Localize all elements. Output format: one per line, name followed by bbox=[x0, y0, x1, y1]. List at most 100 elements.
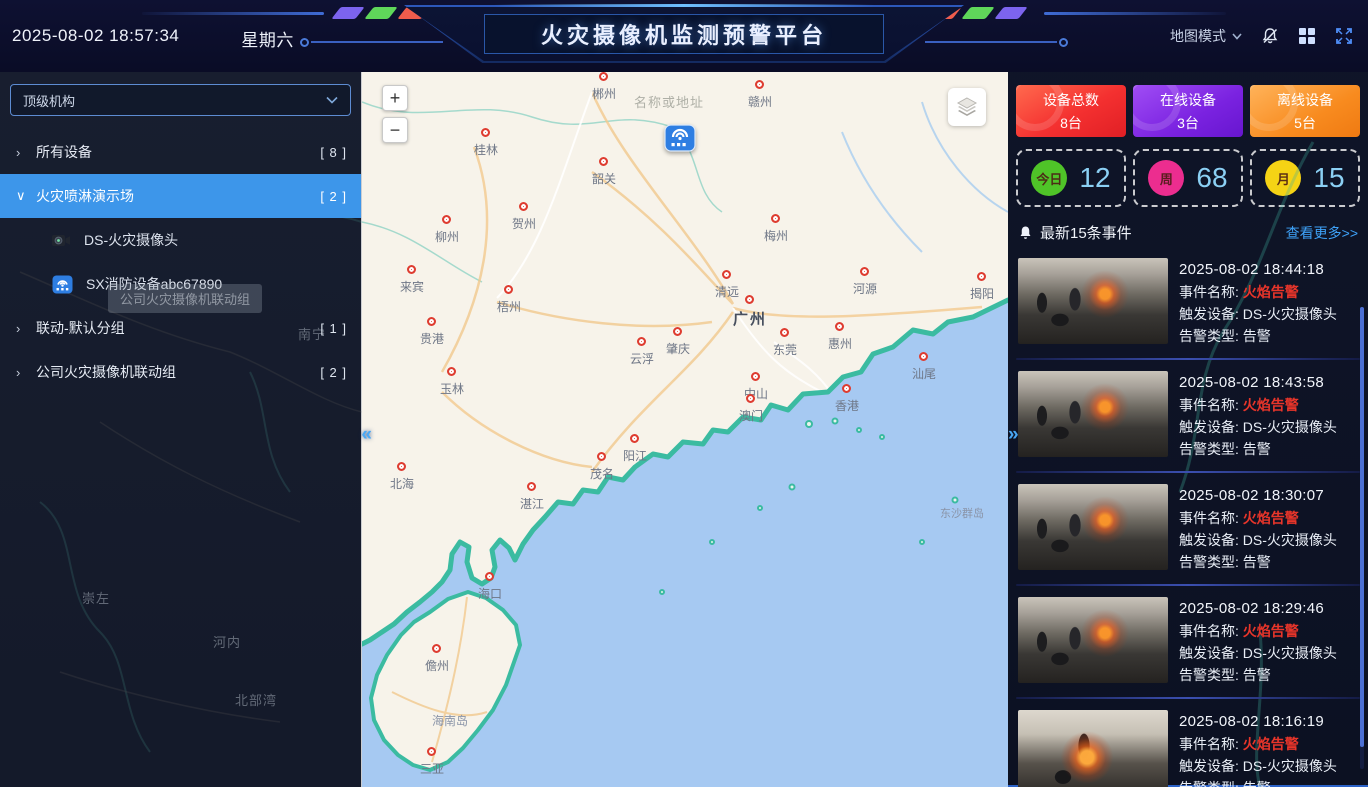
event-field-label: 触发设备: bbox=[1179, 645, 1243, 661]
map-base-art bbox=[362, 72, 1008, 787]
event-device-value: DS-火灾摄像头 bbox=[1243, 645, 1337, 661]
device-tree-sidebar: 南宁崇左河内北部湾 顶级机构 ›所有设备[ 8 ]∨火灾喷淋演示场[ 2 ]DS… bbox=[0, 72, 362, 787]
event-field-row: 事件名称: 火焰告警 bbox=[1179, 281, 1337, 303]
city-marker-dot bbox=[745, 295, 754, 304]
map-canvas[interactable]: 名称或地址 郴州赣州桂林韶关贺州柳州梅州来宾清远河源揭阳梧州广州贵港惠州东莞肇庆… bbox=[362, 72, 1008, 787]
event-item[interactable]: 2025-08-02 18:44:18事件名称: 火焰告警触发设备: DS-火灾… bbox=[1014, 249, 1362, 356]
tree-device-item[interactable]: DS-火灾摄像头 bbox=[0, 218, 361, 262]
map-city-label: 郴州 bbox=[592, 85, 616, 102]
map-city-label: 汕尾 bbox=[912, 365, 936, 382]
tree-group-item[interactable]: ›所有设备[ 8 ] bbox=[0, 130, 361, 174]
event-field-label: 触发设备: bbox=[1179, 419, 1243, 435]
city-marker-dot bbox=[835, 322, 844, 331]
expand-arrow-icon[interactable]: › bbox=[16, 365, 32, 380]
tree-item-label: 火灾喷淋演示场 bbox=[36, 186, 134, 206]
tree-item-count: [ 2 ] bbox=[320, 189, 347, 204]
event-name-value: 火焰告警 bbox=[1243, 397, 1299, 413]
event-snapshot-thumbnail[interactable] bbox=[1018, 258, 1168, 344]
map-mode-select[interactable]: 地图模式 bbox=[1170, 26, 1242, 46]
sidebar-collapse-handle[interactable]: « bbox=[361, 424, 372, 446]
city-marker-dot bbox=[481, 128, 490, 137]
map-city-label: 东沙群岛 bbox=[940, 505, 984, 521]
map-city-label: 阳江 bbox=[623, 447, 647, 464]
tree-item-tooltip: 公司火灾摄像机联动组 bbox=[108, 284, 262, 313]
faint-map-label: 北部湾 bbox=[235, 690, 277, 709]
event-field-label: 事件名称: bbox=[1179, 510, 1243, 526]
tree-group-item[interactable]: ∨火灾喷淋演示场 [ 2 ] bbox=[0, 174, 361, 218]
city-marker-dot bbox=[755, 80, 764, 89]
map-city-label: 贵港 bbox=[420, 330, 444, 347]
city-marker-dot bbox=[780, 328, 789, 337]
map-zoom-in-button[interactable]: + bbox=[382, 85, 408, 111]
event-field-row: 告警类型: 告警 bbox=[1179, 438, 1337, 460]
map-city-label: 东莞 bbox=[773, 341, 797, 358]
city-marker-dot bbox=[842, 384, 851, 393]
event-snapshot-thumbnail[interactable] bbox=[1018, 371, 1168, 457]
city-marker-dot bbox=[751, 372, 760, 381]
event-info: 2025-08-02 18:43:58事件名称: 火焰告警触发设备: DS-火灾… bbox=[1179, 371, 1337, 460]
event-info: 2025-08-02 18:44:18事件名称: 火焰告警触发设备: DS-火灾… bbox=[1179, 258, 1337, 347]
event-name-value: 火焰告警 bbox=[1243, 510, 1299, 526]
event-field-label: 事件名称: bbox=[1179, 623, 1243, 639]
city-marker-dot bbox=[597, 452, 606, 461]
event-info: 2025-08-02 18:30:07事件名称: 火焰告警触发设备: DS-火灾… bbox=[1179, 484, 1337, 573]
event-field-row: 事件名称: 火焰告警 bbox=[1179, 620, 1337, 642]
city-marker-dot bbox=[485, 572, 494, 581]
event-snapshot-thumbnail[interactable] bbox=[1018, 710, 1168, 787]
map-city-label: 玉林 bbox=[440, 380, 464, 397]
expand-arrow-icon[interactable]: › bbox=[16, 321, 32, 336]
stat-card-value: 3台 bbox=[1177, 113, 1199, 133]
map-city-label: 梅州 bbox=[764, 227, 788, 244]
event-snapshot-thumbnail[interactable] bbox=[1018, 484, 1168, 570]
tree-item-label: 联动-默认分组 bbox=[36, 318, 125, 338]
stat-card-purple[interactable]: 在线设备3台 bbox=[1133, 85, 1243, 137]
tree-group-item[interactable]: ›公司火灾摄像机联动组[ 2 ] bbox=[0, 350, 361, 394]
map-layers-button[interactable] bbox=[948, 88, 986, 126]
event-field-row: 事件名称: 火焰告警 bbox=[1179, 507, 1337, 529]
event-item[interactable]: 2025-08-02 18:29:46事件名称: 火焰告警触发设备: DS-火灾… bbox=[1014, 588, 1362, 695]
map-zoom-out-button[interactable]: − bbox=[382, 117, 408, 143]
panel-expand-handle[interactable]: » bbox=[1008, 424, 1019, 446]
map-city-label: 韶关 bbox=[592, 170, 616, 187]
event-device-value: DS-火灾摄像头 bbox=[1243, 306, 1337, 322]
org-select[interactable]: 顶级机构 bbox=[10, 84, 351, 116]
event-field-row: 触发设备: DS-火灾摄像头 bbox=[1179, 755, 1337, 777]
weekday-text: 星期六 bbox=[241, 26, 294, 51]
event-divider bbox=[1016, 471, 1360, 473]
event-snapshot-thumbnail[interactable] bbox=[1018, 597, 1168, 683]
map-city-label: 海南岛 bbox=[432, 712, 468, 729]
map-city-label: 北海 bbox=[390, 475, 414, 492]
stat-card-orange[interactable]: 离线设备5台 bbox=[1250, 85, 1360, 137]
expand-arrow-icon[interactable]: ∨ bbox=[16, 188, 32, 204]
fire-device-map-marker[interactable] bbox=[664, 124, 696, 157]
event-item[interactable]: 2025-08-02 18:43:58事件名称: 火焰告警触发设备: DS-火灾… bbox=[1014, 362, 1362, 469]
event-list-scrollbar-thumb[interactable] bbox=[1360, 307, 1364, 747]
expand-arrow-icon[interactable]: › bbox=[16, 145, 32, 160]
city-marker-dot bbox=[722, 270, 731, 279]
grid-apps-icon[interactable] bbox=[1298, 27, 1316, 45]
header-deco-circle-left bbox=[300, 38, 309, 47]
stat-card-value: 8台 bbox=[1060, 113, 1082, 133]
header-deco-line-left bbox=[142, 12, 324, 15]
event-field-label: 事件名称: bbox=[1179, 397, 1243, 413]
city-marker-dot bbox=[504, 285, 513, 294]
event-list-scrollbar-track[interactable] bbox=[1360, 307, 1364, 769]
tree-item-count: [ 8 ] bbox=[320, 145, 347, 160]
event-name-value: 火焰告警 bbox=[1243, 284, 1299, 300]
map-city-label: 三亚 bbox=[420, 760, 444, 777]
event-item[interactable]: 2025-08-02 18:16:19事件名称: 火焰告警触发设备: DS-火灾… bbox=[1014, 701, 1362, 787]
title-banner: 火灾摄像机监测预警平台 bbox=[404, 5, 964, 63]
event-item[interactable]: 2025-08-02 18:30:07事件名称: 火焰告警触发设备: DS-火灾… bbox=[1014, 475, 1362, 582]
stat-card-label: 设备总数 bbox=[1043, 90, 1099, 110]
map-city-label: 清远 bbox=[715, 283, 739, 300]
bell-off-icon[interactable] bbox=[1260, 26, 1280, 46]
city-marker-dot bbox=[977, 272, 986, 281]
page-title: 火灾摄像机监测预警平台 bbox=[484, 14, 884, 54]
map-city-label: 桂林 bbox=[474, 141, 498, 158]
header-deco-circle-right bbox=[1059, 38, 1068, 47]
event-field-row: 告警类型: 告警 bbox=[1179, 551, 1337, 573]
city-marker-dot bbox=[397, 462, 406, 471]
stat-card-red[interactable]: 设备总数 8台 bbox=[1016, 85, 1126, 137]
fire-device-icon bbox=[52, 275, 73, 294]
fullscreen-expand-icon[interactable] bbox=[1334, 26, 1354, 46]
